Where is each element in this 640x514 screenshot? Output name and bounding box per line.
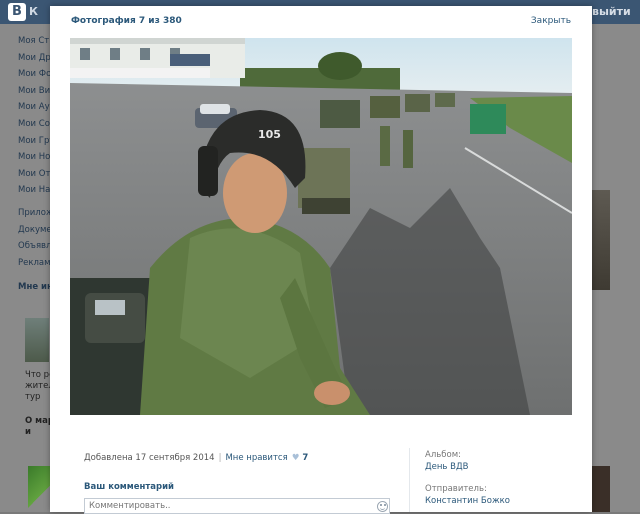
news-line: Что ре (25, 370, 51, 380)
interests-block-title: Мне интересно (18, 282, 52, 292)
right-side-image (592, 190, 610, 290)
added-date: Добавлена 17 сентября 2014 (84, 453, 215, 463)
photo-image[interactable]: 105 (70, 38, 572, 415)
right-side-image-bottom (592, 466, 610, 512)
photo-meta: Добавлена 17 сентября 2014 | Мне нравится ♥… (84, 453, 308, 463)
comment-title: Ваш комментарий (84, 482, 175, 492)
photo-counter-title: Фотография 7 из 380 (71, 16, 182, 26)
heart-icon[interactable]: ♥ (292, 453, 300, 463)
news-snippet[interactable]: Что ре жител тур (25, 370, 51, 403)
photo-viewer-modal: Фотография 7 из 380 Закрыть 105 Добавлен… (50, 6, 592, 514)
side-block-line: и (25, 427, 31, 437)
sender-link[interactable]: Константин Божко (425, 496, 510, 506)
like-count: 7 (302, 453, 309, 463)
vk-logo-text: К (29, 5, 38, 18)
meta-separator: | (218, 453, 222, 463)
logout-link[interactable]: выйти (592, 5, 631, 18)
like-button[interactable]: Мне нравится (225, 453, 287, 463)
promo-image[interactable] (28, 466, 52, 512)
vertical-divider (409, 448, 410, 512)
album-label: Альбом: (425, 450, 461, 460)
side-block-title: О мар и (25, 416, 51, 438)
album-link[interactable]: День ВДВ (425, 462, 468, 472)
close-button[interactable]: Закрыть (531, 16, 571, 26)
smile-icon[interactable] (377, 501, 388, 512)
news-line: жител (25, 381, 51, 391)
vk-logo[interactable]: В (8, 3, 26, 21)
helmet-number: 105 (258, 128, 281, 141)
news-thumbnail[interactable] (25, 318, 49, 362)
sender-label: Отправитель: (425, 484, 487, 494)
news-line: тур (25, 392, 41, 402)
side-block-line: О мар (25, 416, 51, 426)
photo-illustration: 105 (70, 38, 572, 415)
